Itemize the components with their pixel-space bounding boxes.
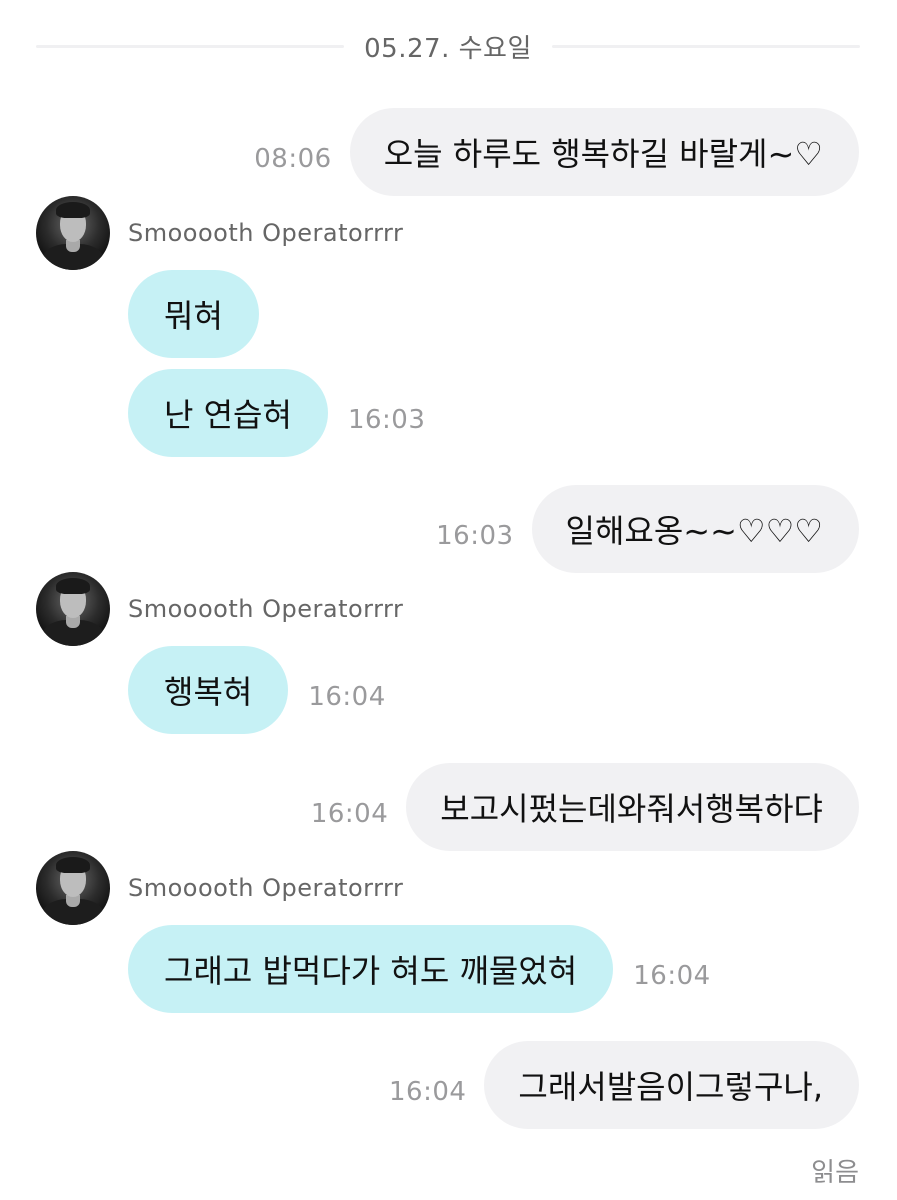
sender-header: Smooooth Operatorrrr xyxy=(36,572,403,646)
message-time: 16:04 xyxy=(310,799,389,829)
avatar[interactable] xyxy=(36,196,110,270)
date-label: 05.27. 수요일 xyxy=(364,33,532,64)
sent-message-bubble[interactable]: 오늘 하루도 행복하길 바랄게~♡ xyxy=(349,108,859,196)
sender-name[interactable]: Smooooth Operatorrrr xyxy=(128,595,403,623)
message-time: 16:03 xyxy=(347,405,426,435)
sent-message-row: 08:06 오늘 하루도 행복하길 바랄게~♡ xyxy=(254,108,859,196)
received-message-bubble[interactable]: 행복혀 xyxy=(128,646,289,734)
sender-name[interactable]: Smooooth Operatorrrr xyxy=(128,219,403,247)
avatar[interactable] xyxy=(36,851,110,925)
received-message-row: 난 연습혀 16:03 xyxy=(128,369,425,457)
received-message-row: 행복혀 16:04 xyxy=(128,646,403,734)
avatar[interactable] xyxy=(36,572,110,646)
received-message-group: Smooooth Operatorrrr 뭐혀 난 연습혀 16:03 xyxy=(36,196,425,457)
chat-thread: 05.27. 수요일 08:06 오늘 하루도 행복하길 바랄게~♡ Smooo… xyxy=(0,0,897,1200)
sender-header: Smooooth Operatorrrr xyxy=(36,851,711,925)
date-divider: 05.27. 수요일 xyxy=(36,26,861,66)
read-receipt: 읽음 xyxy=(811,1158,859,1188)
message-time: 16:04 xyxy=(633,961,711,991)
sent-message-row: 16:04 보고시펐는데와줘서행복하댜 xyxy=(311,763,859,851)
received-message-bubble[interactable]: 그래고 밥먹다가 혀도 깨물었혀 xyxy=(128,925,614,1013)
sent-message-bubble[interactable]: 보고시펐는데와줘서행복하댜 xyxy=(406,763,859,851)
divider-line-right xyxy=(551,44,861,48)
sent-message-bubble[interactable]: 그래서발음이그렇구나, xyxy=(484,1041,859,1129)
received-message-bubble[interactable]: 난 연습혀 xyxy=(128,369,328,457)
received-message-group: Smooooth Operatorrrr 행복혀 16:04 xyxy=(36,572,403,734)
sent-message-bubble[interactable]: 일해요옹~~♡♡♡ xyxy=(531,485,859,573)
message-time: 16:04 xyxy=(388,1077,467,1107)
sent-message-row: 16:03 일해요옹~~♡♡♡ xyxy=(436,485,859,573)
received-message-group: Smooooth Operatorrrr 그래고 밥먹다가 혀도 깨물었혀 16… xyxy=(36,851,711,1013)
message-time: 16:04 xyxy=(308,682,386,712)
received-message-bubble[interactable]: 뭐혀 xyxy=(128,270,259,358)
received-message-row: 그래고 밥먹다가 혀도 깨물었혀 16:04 xyxy=(128,925,711,1013)
divider-line-left xyxy=(36,44,345,48)
message-time: 08:06 xyxy=(254,144,332,174)
sender-name[interactable]: Smooooth Operatorrrr xyxy=(128,874,403,902)
sent-message-row: 16:04 그래서발음이그렇구나, xyxy=(389,1041,859,1129)
message-time: 16:03 xyxy=(436,521,514,551)
sender-header: Smooooth Operatorrrr xyxy=(36,196,425,270)
received-message-row: 뭐혀 xyxy=(128,270,425,358)
